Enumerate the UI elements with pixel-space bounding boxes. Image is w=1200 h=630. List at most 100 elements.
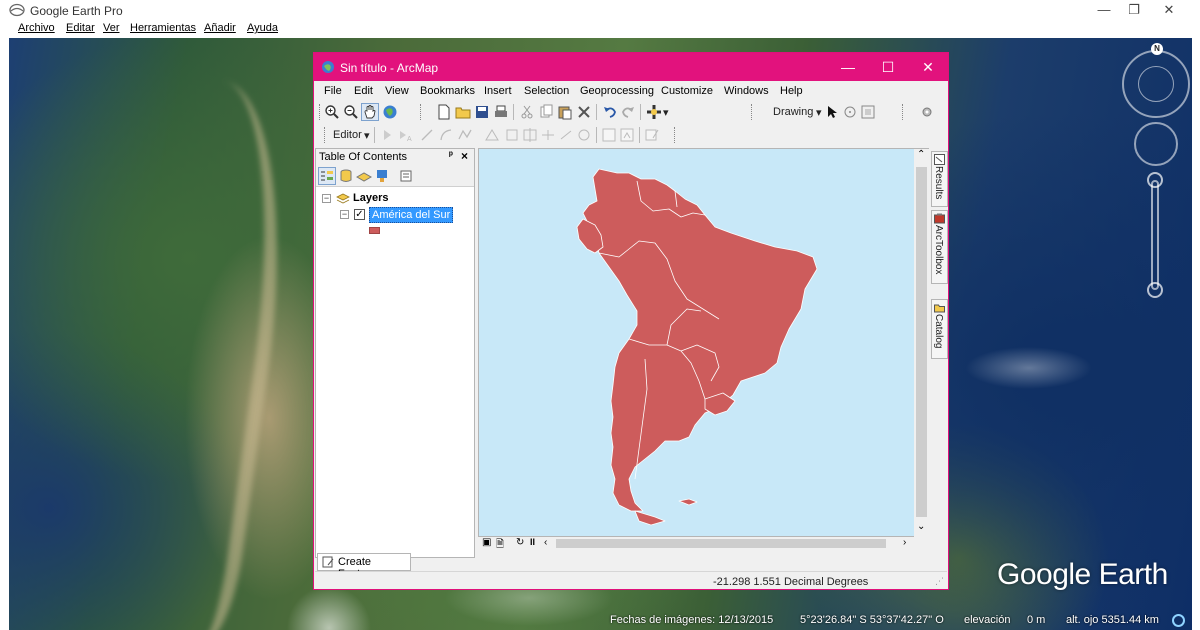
zoom-to-elements-icon[interactable] <box>860 104 876 120</box>
create-features-tab[interactable]: Create Features <box>317 553 411 580</box>
edit-tool-icon[interactable] <box>379 127 395 143</box>
map-display[interactable] <box>478 148 915 537</box>
arc-menu-bookmarks[interactable]: Bookmarks <box>420 85 475 97</box>
arcmap-close-icon[interactable]: ✕ <box>908 53 948 81</box>
menu-archivo[interactable]: Archivo <box>18 22 55 34</box>
resize-grip-icon[interactable]: ⋰ <box>935 576 944 587</box>
menu-ver[interactable]: Ver <box>103 22 120 34</box>
menu-editar[interactable]: Editar <box>66 22 95 34</box>
redo-icon[interactable] <box>620 104 636 120</box>
list-by-selection-icon[interactable] <box>374 168 390 184</box>
editor-options-icon[interactable] <box>644 127 660 143</box>
drawing-menu[interactable]: Drawing <box>773 106 813 118</box>
toolbar-grip[interactable] <box>324 127 327 143</box>
list-by-visibility-icon[interactable] <box>356 168 372 184</box>
scroll-down-icon[interactable]: ⌄ <box>917 521 925 532</box>
catalog-tab[interactable]: Catalog <box>931 299 948 359</box>
tools-gear-icon[interactable] <box>919 104 935 120</box>
scroll-up-icon[interactable]: ⌃ <box>917 149 925 160</box>
map-vertical-scrollbar[interactable]: ⌃ ⌄ <box>914 148 929 537</box>
reshape-icon[interactable] <box>504 127 520 143</box>
edit-annotation-icon[interactable]: A <box>397 127 413 143</box>
scroll-left-icon[interactable]: ‹ <box>544 537 547 548</box>
menu-herramientas[interactable]: Herramientas <box>130 22 196 34</box>
arc-menu-help[interactable]: Help <box>780 85 803 97</box>
pan-hand-icon[interactable] <box>361 103 379 121</box>
copy-icon[interactable] <box>538 104 554 120</box>
layer-symbol-swatch[interactable] <box>369 227 380 234</box>
add-data-dropdown-icon[interactable]: ▾ <box>663 106 669 119</box>
horizontal-scroll-thumb[interactable] <box>556 539 886 548</box>
full-extent-globe-icon[interactable] <box>382 104 398 120</box>
refresh-view-icon[interactable]: ↻ <box>516 537 524 548</box>
collapse-layer-icon[interactable]: − <box>340 210 349 219</box>
scroll-right-icon[interactable]: › <box>903 537 906 548</box>
toolbar-grip[interactable] <box>902 104 905 120</box>
editor-menu[interactable]: Editor <box>333 129 362 141</box>
rotate-tool-icon[interactable] <box>558 127 574 143</box>
toolbar-grip[interactable] <box>674 127 677 143</box>
pause-drawing-icon[interactable]: II <box>530 537 535 547</box>
results-tab[interactable]: Results <box>931 151 948 207</box>
drawing-dropdown-icon[interactable]: ▾ <box>816 106 822 119</box>
pin-icon[interactable]: ᵖ <box>449 150 453 161</box>
menu-ayuda[interactable]: Ayuda <box>247 22 278 34</box>
look-joystick-inner[interactable] <box>1138 66 1174 102</box>
create-features-icon[interactable] <box>619 127 635 143</box>
list-by-source-icon[interactable] <box>338 168 354 184</box>
sketch-properties-icon[interactable] <box>601 127 617 143</box>
zoom-out-icon[interactable] <box>1147 282 1163 298</box>
endpoint-arc-icon[interactable] <box>438 127 454 143</box>
editor-dropdown-icon[interactable]: ▾ <box>364 129 370 142</box>
edit-vertices-icon[interactable] <box>484 127 500 143</box>
arc-menu-edit[interactable]: Edit <box>354 85 373 97</box>
arc-menu-selection[interactable]: Selection <box>524 85 569 97</box>
print-icon[interactable] <box>493 104 509 120</box>
layer-visibility-checkbox[interactable]: ✓ <box>354 209 365 220</box>
select-elements-arrow-icon[interactable] <box>824 104 840 120</box>
paste-icon[interactable] <box>557 104 573 120</box>
collapse-layers-icon[interactable]: − <box>322 194 331 203</box>
arcmap-minimize-icon[interactable]: — <box>828 53 868 81</box>
arc-menu-geoprocessing[interactable]: Geoprocessing <box>580 85 654 97</box>
vertical-scroll-thumb[interactable] <box>916 167 927 517</box>
attributes-icon[interactable] <box>576 127 592 143</box>
undo-icon[interactable] <box>602 104 618 120</box>
arc-menu-view[interactable]: View <box>385 85 409 97</box>
delete-icon[interactable] <box>576 104 592 120</box>
arc-menu-customize[interactable]: Customize <box>661 85 713 97</box>
arc-menu-file[interactable]: File <box>324 85 342 97</box>
cut-icon[interactable] <box>519 104 535 120</box>
rotate-icon[interactable] <box>842 104 858 120</box>
zoom-out-tool-icon[interactable] <box>343 104 359 120</box>
compass-north-icon[interactable]: N <box>1151 43 1163 55</box>
list-by-drawing-order-icon[interactable] <box>318 167 336 185</box>
toc-close-icon[interactable]: × <box>461 149 468 163</box>
arctoolbox-tab[interactable]: ArcToolbox <box>931 210 948 284</box>
open-folder-icon[interactable] <box>455 104 471 120</box>
layout-view-icon[interactable]: 🗎 <box>496 537 504 554</box>
move-joystick[interactable] <box>1134 122 1178 166</box>
menu-anadir[interactable]: Añadir <box>204 22 236 34</box>
south-america-map[interactable] <box>479 149 915 537</box>
layer-name-selected[interactable]: América del Sur <box>369 207 454 223</box>
arcmap-maximize-icon[interactable]: ☐ <box>868 53 908 81</box>
arc-menu-windows[interactable]: Windows <box>724 85 769 97</box>
toc-options-icon[interactable] <box>398 168 414 184</box>
close-icon[interactable]: ✕ <box>1150 0 1188 20</box>
arc-menu-insert[interactable]: Insert <box>484 85 512 97</box>
trace-icon[interactable] <box>457 127 473 143</box>
toolbar-grip[interactable] <box>319 104 322 120</box>
toolbar-grip[interactable] <box>751 104 754 120</box>
restore-icon[interactable]: ❐ <box>1115 0 1153 20</box>
straight-segment-icon[interactable] <box>419 127 435 143</box>
cut-polygons-icon[interactable] <box>522 127 538 143</box>
split-tool-icon[interactable] <box>540 127 556 143</box>
toolbar-grip[interactable] <box>420 104 423 120</box>
add-data-icon[interactable] <box>646 104 662 120</box>
new-document-icon[interactable] <box>436 104 452 120</box>
zoom-in-tool-icon[interactable] <box>324 104 340 120</box>
save-icon[interactable] <box>474 104 490 120</box>
zoom-slider[interactable] <box>1151 180 1159 290</box>
data-view-icon[interactable]: ▣ <box>482 537 491 548</box>
